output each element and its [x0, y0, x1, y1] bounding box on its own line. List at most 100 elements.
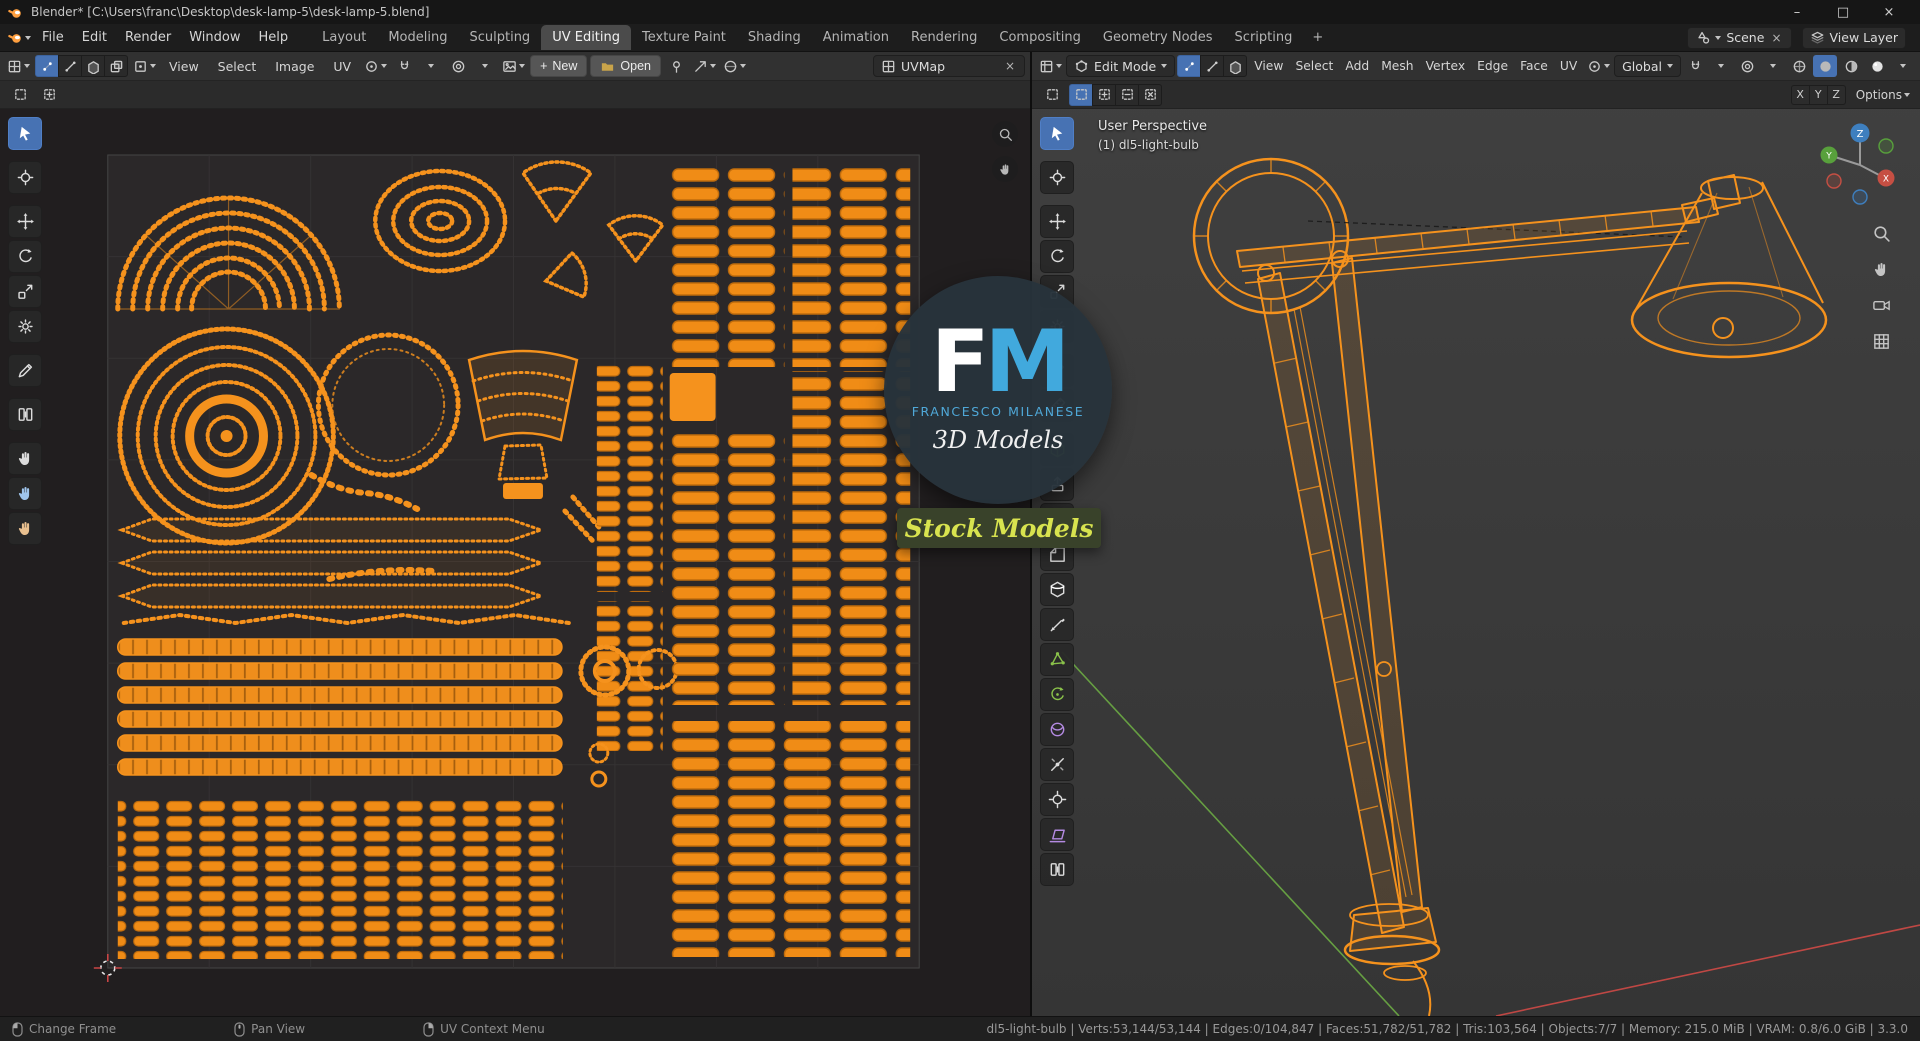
- tool-shrink-fatten[interactable]: [1040, 783, 1074, 816]
- view-layer-selector[interactable]: View Layer: [1801, 26, 1906, 49]
- workspace-tab-animation[interactable]: Animation: [812, 25, 900, 50]
- mirror-y-toggle[interactable]: Y: [1808, 84, 1828, 105]
- menu-file[interactable]: File: [33, 27, 73, 48]
- tool-scale[interactable]: [8, 275, 42, 308]
- menu-help[interactable]: Help: [250, 27, 298, 48]
- snap-toggle[interactable]: [392, 55, 416, 77]
- tool-annotate[interactable]: [8, 354, 42, 387]
- tool-knife[interactable]: [1040, 608, 1074, 641]
- gizmo-y-neg-axis[interactable]: [1878, 138, 1894, 154]
- tool-rip-region-3d[interactable]: [1040, 853, 1074, 886]
- select-intersect-mode[interactable]: [1138, 83, 1162, 106]
- proportional-falloff-button-3d[interactable]: [1761, 55, 1785, 77]
- edge-select-toggle[interactable]: [1200, 55, 1225, 77]
- uv-editor-type-button[interactable]: [5, 55, 32, 77]
- add-workspace-button[interactable]: +: [1303, 25, 1332, 50]
- tool-tweak-select[interactable]: [8, 117, 42, 150]
- select-mode-extend-button[interactable]: [37, 84, 61, 106]
- tool-rotate[interactable]: [8, 240, 42, 273]
- proportional-editing-toggle-3d[interactable]: [1735, 55, 1759, 77]
- tool-poly-build[interactable]: [1040, 643, 1074, 676]
- navigation-gizmo[interactable]: Z Y X: [1814, 119, 1906, 211]
- viewport-pan-button[interactable]: [1869, 257, 1893, 281]
- face-select-toggle[interactable]: [1223, 55, 1248, 77]
- overlays-toggle[interactable]: [721, 55, 748, 77]
- tool-edge-slide[interactable]: [1040, 748, 1074, 781]
- workspace-tab-sculpting[interactable]: Sculpting: [458, 25, 541, 50]
- proportional-falloff-button[interactable]: [473, 55, 497, 77]
- shading-material-toggle[interactable]: [1839, 55, 1863, 77]
- uv-vertex-mode-toggle[interactable]: [35, 55, 59, 77]
- pin-image-toggle[interactable]: [664, 55, 688, 77]
- uv-pan-button[interactable]: [992, 156, 1018, 182]
- workspace-tab-uv-editing[interactable]: UV Editing: [541, 25, 632, 50]
- tool-relax[interactable]: [8, 477, 42, 510]
- vp-menu-add[interactable]: Add: [1340, 57, 1374, 75]
- close-button[interactable]: ×: [1866, 0, 1912, 24]
- workspace-tab-texture-paint[interactable]: Texture Paint: [631, 25, 737, 50]
- mode-selector[interactable]: Edit Mode: [1066, 55, 1176, 77]
- tool-rip-region[interactable]: [8, 398, 42, 431]
- clear-uvmap-icon[interactable]: ×: [1003, 59, 1017, 73]
- proportional-editing-toggle[interactable]: [446, 55, 470, 77]
- gizmos-toggle[interactable]: [691, 55, 718, 77]
- viewport-canvas[interactable]: [1032, 109, 1920, 1016]
- uv-map-selector[interactable]: UVMap ×: [873, 55, 1025, 77]
- uv-canvas[interactable]: [0, 109, 1030, 1016]
- workspace-tab-scripting[interactable]: Scripting: [1224, 25, 1304, 50]
- tool-move-3d[interactable]: [1040, 205, 1074, 238]
- tool-cursor-3d[interactable]: [1040, 161, 1074, 194]
- tool-loop-cut[interactable]: [1040, 573, 1074, 606]
- vp-menu-view[interactable]: View: [1249, 57, 1288, 75]
- tool-rotate-3d[interactable]: [1040, 240, 1074, 273]
- menu-render[interactable]: Render: [116, 27, 180, 48]
- tool-smooth[interactable]: [1040, 713, 1074, 746]
- active-tool-icon-button[interactable]: [8, 84, 32, 106]
- vp-menu-edge[interactable]: Edge: [1472, 57, 1513, 75]
- menu-window[interactable]: Window: [180, 27, 249, 48]
- vp-menu-select[interactable]: Select: [1290, 57, 1338, 75]
- pivot-point-button[interactable]: [362, 55, 389, 77]
- workspace-tab-layout[interactable]: Layout: [311, 25, 377, 50]
- uv-island-mode-toggle[interactable]: [104, 55, 128, 77]
- select-subtract-mode[interactable]: [1115, 83, 1139, 106]
- gizmo-x-neg-axis[interactable]: [1826, 173, 1842, 189]
- transform-pivot-button[interactable]: [1585, 55, 1612, 77]
- workspace-tab-rendering[interactable]: Rendering: [900, 25, 988, 50]
- browse-image-button[interactable]: [500, 55, 527, 77]
- unlink-scene-icon[interactable]: ×: [1769, 31, 1783, 45]
- workspace-tab-compositing[interactable]: Compositing: [988, 25, 1092, 50]
- tool-pinch[interactable]: [8, 512, 42, 545]
- uv-menu-select[interactable]: Select: [210, 57, 265, 76]
- tool-grab[interactable]: [8, 442, 42, 475]
- maximize-button[interactable]: □: [1820, 0, 1866, 24]
- tool-options-button[interactable]: Options: [1854, 84, 1912, 106]
- workspace-tab-shading[interactable]: Shading: [737, 25, 812, 50]
- uv-menu-image[interactable]: Image: [267, 57, 322, 76]
- tool-tweak-select-3d[interactable]: [1040, 117, 1074, 150]
- uv-face-mode-toggle[interactable]: [81, 55, 105, 77]
- select-set-mode[interactable]: [1069, 83, 1093, 106]
- viewport-camera-button[interactable]: [1869, 293, 1893, 317]
- scene-selector[interactable]: Scene ×: [1687, 26, 1792, 49]
- vp-menu-face[interactable]: Face: [1515, 57, 1553, 75]
- tool-spin[interactable]: [1040, 678, 1074, 711]
- viewport-orthographic-button[interactable]: [1869, 329, 1893, 353]
- workspace-tab-geometry-nodes[interactable]: Geometry Nodes: [1092, 25, 1224, 50]
- tool-shear[interactable]: [1040, 818, 1074, 851]
- tool-move[interactable]: [8, 205, 42, 238]
- snap-settings-button-3d[interactable]: [1709, 55, 1733, 77]
- gizmo-z-neg-axis[interactable]: [1852, 189, 1868, 205]
- sticky-selection-button[interactable]: [131, 55, 158, 77]
- active-tool-icon-button-3d[interactable]: [1040, 84, 1064, 106]
- snap-settings-button[interactable]: [419, 55, 443, 77]
- tool-transform[interactable]: [8, 310, 42, 343]
- select-extend-mode[interactable]: [1092, 83, 1116, 106]
- snap-toggle-3d[interactable]: [1683, 55, 1707, 77]
- minimize-button[interactable]: –: [1774, 0, 1820, 24]
- vp-menu-mesh[interactable]: Mesh: [1376, 57, 1418, 75]
- viewport-editor-type-button[interactable]: [1037, 55, 1064, 77]
- menu-edit[interactable]: Edit: [73, 27, 116, 48]
- vp-menu-uv[interactable]: UV: [1555, 57, 1582, 75]
- uv-edge-mode-toggle[interactable]: [58, 55, 82, 77]
